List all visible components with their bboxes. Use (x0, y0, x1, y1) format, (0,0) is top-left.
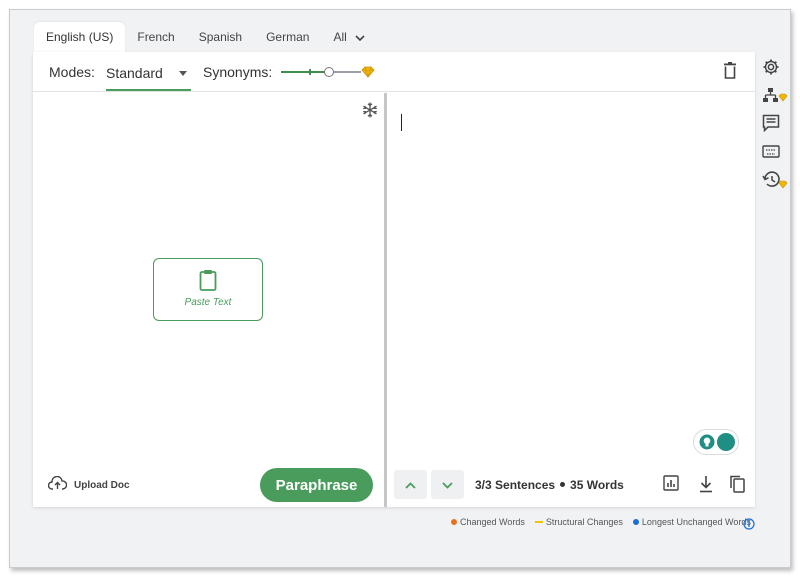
tab-english-us[interactable]: English (US) (34, 22, 126, 52)
paraphraser-panel: Modes: Standard Synonyms: Paste Text Upl… (33, 52, 755, 507)
paraphrase-button[interactable]: Paraphrase (260, 468, 373, 502)
premium-diamond-icon (361, 65, 375, 83)
snowflake-freeze-icon[interactable] (362, 102, 378, 123)
paste-text-button[interactable]: Paste Text (153, 258, 263, 321)
keyboard-icon[interactable] (762, 145, 780, 164)
previous-sentence-button[interactable] (394, 470, 427, 499)
download-icon[interactable] (698, 475, 714, 498)
output-pane[interactable]: 3/3 Sentences 35 Words (387, 93, 755, 507)
tab-all[interactable]: All (321, 22, 376, 52)
cloud-upload-icon (47, 475, 68, 495)
upload-doc-label: Upload Doc (74, 480, 130, 491)
synonyms-label: Synonyms: (203, 64, 273, 80)
upload-doc-button[interactable]: Upload Doc (47, 475, 130, 495)
input-pane[interactable]: Paste Text Upload Doc Paraphrase (33, 93, 384, 507)
next-sentence-button[interactable] (431, 470, 464, 499)
mode-value: Standard (106, 64, 163, 81)
legend-item-longest-unchanged: Longest Unchanged Words (632, 517, 751, 527)
toolbar: Modes: Standard Synonyms: (33, 52, 755, 92)
trash-icon[interactable] (723, 62, 737, 84)
tab-german[interactable]: German (254, 22, 321, 52)
tab-french[interactable]: French (125, 22, 186, 52)
toggle-knob (717, 433, 735, 451)
mode-select[interactable]: Standard (106, 56, 191, 91)
hierarchy-icon[interactable] (762, 87, 788, 110)
slider-tick (309, 69, 311, 75)
history-icon[interactable] (762, 171, 788, 196)
legend-item-changed-words: Changed Words (451, 517, 525, 527)
tab-label: English (US) (46, 30, 114, 44)
chevron-down-icon (442, 476, 453, 494)
legend-item-structural-changes: Structural Changes (534, 517, 623, 527)
caret-down-icon (179, 71, 187, 76)
paste-text-label: Paste Text (184, 297, 232, 308)
settings-icon[interactable] (762, 58, 780, 81)
legend-swatch (534, 521, 543, 523)
tab-label: French (137, 30, 175, 44)
change-legend: Changed Words Structural Changes Longest… (451, 517, 761, 527)
bar-chart-icon[interactable] (663, 475, 679, 496)
legend-label: Changed Words (460, 517, 525, 527)
output-bottom-bar: 3/3 Sentences 35 Words (387, 467, 755, 507)
sentence-word-stats: 3/3 Sentences 35 Words (475, 478, 624, 492)
tab-label: German (266, 30, 310, 44)
legend-swatch (451, 519, 457, 525)
slider-thumb[interactable] (324, 67, 334, 77)
chevron-down-icon (355, 30, 365, 44)
comment-icon[interactable] (762, 114, 780, 137)
suggestions-toggle[interactable] (693, 429, 739, 455)
legend-swatch (632, 519, 639, 525)
sentence-count: 3/3 Sentences (475, 478, 556, 492)
modes-label: Modes: (49, 64, 95, 80)
word-count: 35 Words (570, 478, 624, 492)
language-tabs: English (US) French Spanish German All (34, 22, 377, 52)
slider-track-fill (281, 71, 329, 73)
legend-label: Longest Unchanged Words (641, 517, 751, 527)
lightbulb-icon (699, 434, 715, 455)
tab-spanish[interactable]: Spanish (187, 22, 254, 52)
clipboard-icon (199, 269, 217, 296)
text-cursor (401, 114, 402, 131)
tab-label: Spanish (198, 30, 243, 44)
info-icon[interactable] (743, 517, 755, 535)
tab-label: All (333, 30, 347, 44)
legend-label: Structural Changes (545, 517, 623, 527)
separator-dot (560, 482, 566, 488)
chevron-up-icon (405, 476, 416, 494)
copy-icon[interactable] (729, 475, 745, 498)
